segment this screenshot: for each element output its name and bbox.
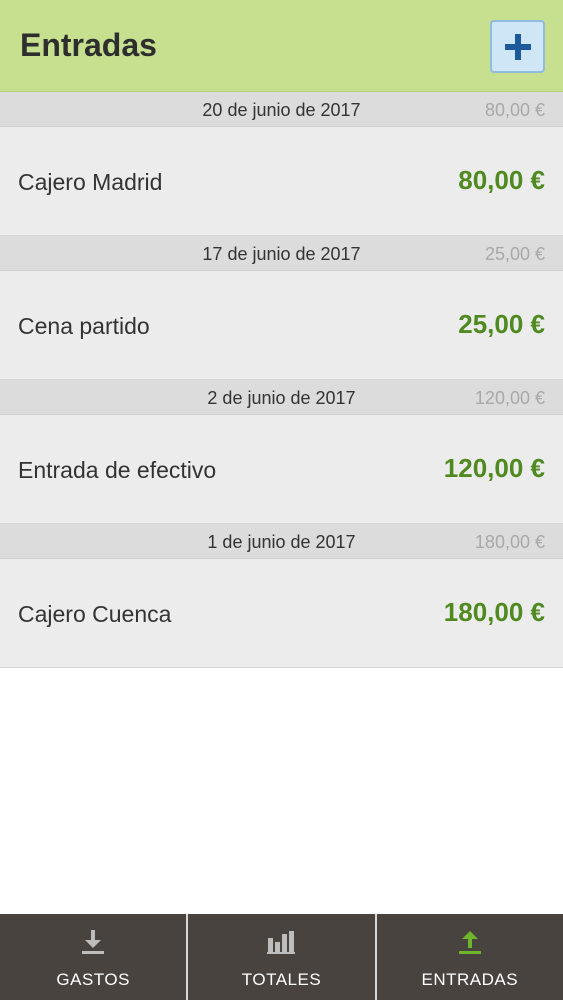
tab-label: ENTRADAS — [421, 970, 519, 989]
tab-label: TOTALES — [241, 970, 322, 989]
entry-amount: 180,00 € — [443, 597, 545, 627]
list-item[interactable]: Cena partido 25,00 € — [0, 271, 563, 380]
income-list: 20 de junio de 2017 80,00 € Cajero Madri… — [0, 92, 563, 668]
entry-label: Entrada de efectivo — [18, 457, 217, 483]
tab-totales[interactable]: TOTALES — [188, 914, 377, 1000]
section-total: 180,00 € — [474, 532, 545, 552]
date-section-header: 17 de junio de 2017 25,00 € — [0, 236, 563, 271]
entry-label: Cajero Madrid — [18, 169, 163, 195]
tab-gastos[interactable]: GASTOS — [0, 914, 189, 1000]
date-section-header: 2 de junio de 2017 120,00 € — [0, 380, 563, 415]
tab-label: GASTOS — [56, 970, 130, 989]
date-section-header: 20 de junio de 2017 80,00 € — [0, 92, 563, 127]
download-icon — [80, 928, 106, 956]
entry-label: Cajero Cuenca — [18, 601, 172, 627]
section-date: 17 de junio de 2017 — [202, 244, 361, 264]
page-title: Entradas — [20, 27, 157, 63]
upload-icon — [457, 928, 483, 956]
top-bar: Entradas — [0, 0, 563, 92]
bar-chart-icon — [266, 928, 296, 956]
entry-amount: 120,00 € — [443, 453, 545, 483]
add-entry-button[interactable] — [490, 20, 545, 73]
section-date: 20 de junio de 2017 — [202, 100, 361, 120]
section-total: 120,00 € — [474, 388, 545, 408]
section-total: 80,00 € — [484, 100, 545, 120]
list-item[interactable]: Cajero Cuenca 180,00 € — [0, 559, 563, 668]
entry-amount: 80,00 € — [458, 165, 545, 195]
list-item[interactable]: Entrada de efectivo 120,00 € — [0, 415, 563, 524]
date-section-header: 1 de junio de 2017 180,00 € — [0, 524, 563, 559]
bottom-tab-bar: GASTOS TOTALES ENTRADAS — [0, 914, 563, 1000]
entry-amount: 25,00 € — [458, 309, 545, 339]
section-total: 25,00 € — [484, 244, 545, 264]
plus-icon — [504, 33, 531, 60]
list-item[interactable]: Cajero Madrid 80,00 € — [0, 127, 563, 236]
entry-label: Cena partido — [18, 313, 150, 339]
tab-entradas[interactable]: ENTRADAS — [377, 914, 563, 1000]
